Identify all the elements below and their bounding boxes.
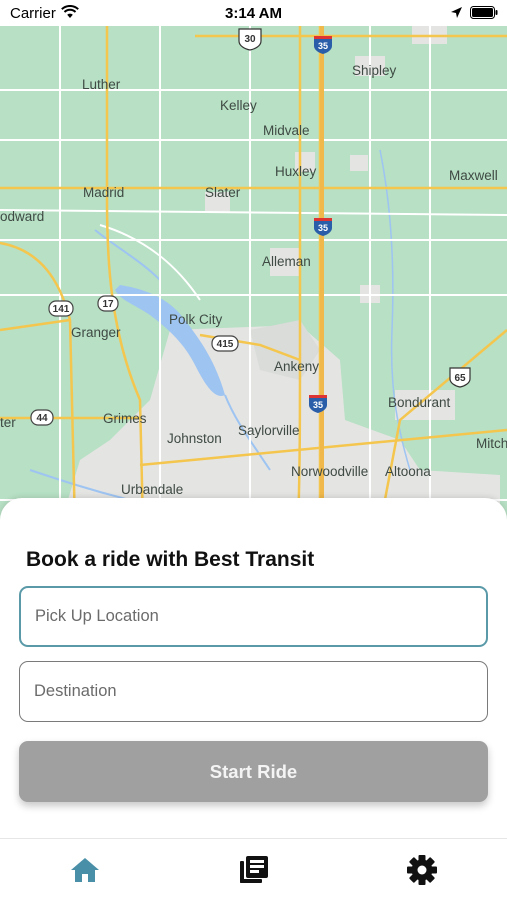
town-label: Norwoodville <box>291 464 368 479</box>
tab-bar <box>0 838 507 901</box>
town-label: Saylorville <box>238 423 300 438</box>
town-label: Johnston <box>167 431 222 446</box>
ia44-shield: 44 <box>30 409 54 426</box>
ia17-shield: 17 <box>97 295 119 312</box>
tab-settings[interactable] <box>405 853 439 887</box>
svg-text:141: 141 <box>53 304 70 315</box>
us65-shield: 65 <box>449 367 471 388</box>
town-label: Altoona <box>385 464 431 479</box>
town-label: Slater <box>205 185 241 200</box>
destination-input[interactable] <box>19 661 488 722</box>
town-label: Polk City <box>169 312 223 327</box>
town-label: Maxwell <box>449 168 498 183</box>
town-label: Midvale <box>263 123 310 138</box>
battery-icon <box>470 6 498 19</box>
town-label: Mitch <box>476 436 507 451</box>
town-label: Bondurant <box>388 395 451 410</box>
ia141-shield: 141 <box>48 300 74 317</box>
tab-news[interactable] <box>237 853 271 887</box>
gear-icon <box>407 855 437 885</box>
town-label: ter <box>0 415 16 430</box>
svg-text:65: 65 <box>454 373 466 384</box>
svg-text:35: 35 <box>318 41 328 51</box>
start-ride-button[interactable]: Start Ride <box>19 741 488 802</box>
map-view[interactable]: 30 35 35 35 141 17 415 65 44 Luther Kell… <box>0 26 507 526</box>
tab-home[interactable] <box>68 853 102 887</box>
town-label: odward <box>0 209 44 224</box>
town-label: Kelley <box>220 98 257 113</box>
svg-text:35: 35 <box>318 223 328 233</box>
location-arrow-icon <box>451 7 462 18</box>
town-label: Alleman <box>262 254 311 269</box>
svg-text:30: 30 <box>244 34 256 45</box>
ia415-shield: 415 <box>211 335 239 352</box>
booking-sheet: Book a ride with Best Transit Start Ride <box>0 498 507 840</box>
home-icon <box>71 858 99 882</box>
svg-text:17: 17 <box>102 299 114 310</box>
svg-text:415: 415 <box>217 339 234 350</box>
town-label: Huxley <box>275 164 317 179</box>
town-label: Urbandale <box>121 482 183 497</box>
us30-shield: 30 <box>238 28 262 51</box>
town-label: Luther <box>82 77 121 92</box>
town-label: Shipley <box>352 63 397 78</box>
town-label: Ankeny <box>274 359 319 374</box>
town-label: Madrid <box>83 185 124 200</box>
town-label: Grimes <box>103 411 147 426</box>
pickup-location-input[interactable] <box>19 586 488 647</box>
booking-title: Book a ride with Best Transit <box>26 548 315 571</box>
svg-text:35: 35 <box>313 400 323 410</box>
town-label: Granger <box>71 325 121 340</box>
clock: 3:14 AM <box>225 5 282 22</box>
news-icon <box>240 856 268 883</box>
status-bar: Carrier 3:14 AM <box>0 0 507 26</box>
svg-text:44: 44 <box>36 413 48 424</box>
